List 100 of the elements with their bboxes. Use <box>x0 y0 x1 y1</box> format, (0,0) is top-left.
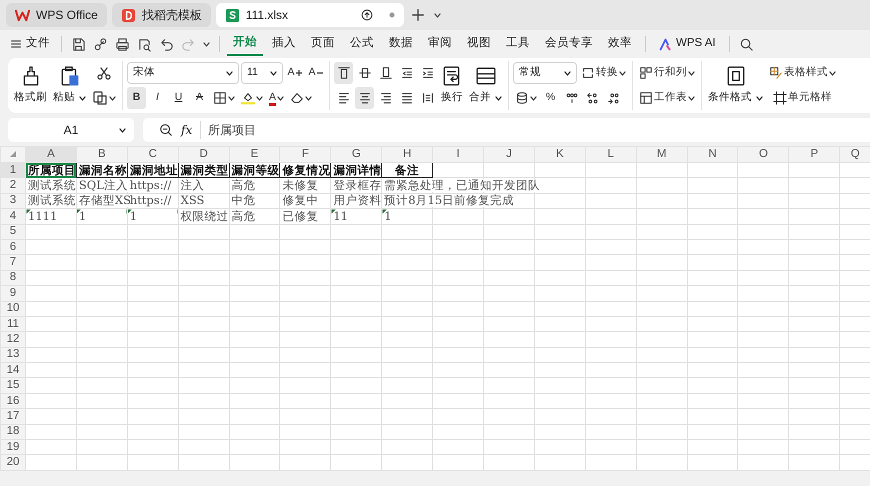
worksheet-button[interactable]: 工作表 <box>637 87 697 109</box>
table-cell[interactable]: 1 <box>384 210 392 223</box>
column-header[interactable]: A <box>26 146 76 162</box>
ribbon-tab[interactable]: 视图 <box>461 33 497 55</box>
table-cell[interactable]: 登录框存 <box>333 179 382 192</box>
font-color-button[interactable]: A <box>267 87 286 109</box>
row-header[interactable]: 17 <box>0 408 26 424</box>
table-cell[interactable]: 权限绕过 <box>180 210 229 223</box>
row-header[interactable]: 4 <box>0 208 26 224</box>
table-cell[interactable]: 存储型XS <box>78 194 131 208</box>
top-align-button[interactable] <box>334 62 353 84</box>
rows-columns-button[interactable]: 行和列 <box>637 62 697 84</box>
table-cell[interactable]: 未修复 <box>282 179 318 192</box>
row-header[interactable]: 20 <box>0 454 26 470</box>
row-header[interactable]: 12 <box>0 332 26 348</box>
document-tab[interactable]: WPS Office <box>6 3 107 27</box>
row-header[interactable]: 19 <box>0 440 26 455</box>
column-header[interactable]: B <box>76 146 128 162</box>
conditional-format-button[interactable]: 条件格式 <box>706 64 765 107</box>
row-header[interactable]: 3 <box>0 193 26 209</box>
ribbon-tab[interactable]: 数据 <box>383 33 419 55</box>
header-cell[interactable]: 所属项目 <box>26 162 76 178</box>
column-header[interactable]: G <box>330 146 382 162</box>
header-cell[interactable]: 修复情况 <box>280 162 331 178</box>
number-format-select[interactable]: 常规 <box>513 62 577 84</box>
ribbon-tab[interactable]: 插入 <box>266 33 302 55</box>
merge-button[interactable]: 合并 <box>467 64 504 107</box>
table-cell[interactable]: 已修复 <box>282 210 318 223</box>
formula-input[interactable]: 所属项目 <box>200 121 256 139</box>
wps-ai-button[interactable]: WPS AI <box>653 33 722 55</box>
name-box[interactable]: A1 <box>8 118 134 142</box>
row-header[interactable]: 10 <box>0 301 26 316</box>
table-cell[interactable]: XSS <box>180 194 204 208</box>
document-tab[interactable]: 找稻壳模板 <box>112 3 211 27</box>
ribbon-tab[interactable]: 开始 <box>227 32 263 56</box>
row-header[interactable]: 1 <box>0 162 26 178</box>
row-header[interactable]: 13 <box>0 347 26 363</box>
document-tab[interactable]: 111.xlsx <box>216 3 404 27</box>
table-cell[interactable]: 修复中 <box>282 194 318 208</box>
ribbon-tab[interactable]: 效率 <box>602 33 638 55</box>
table-cell[interactable]: 用户资料 <box>333 194 382 208</box>
center-align-button[interactable] <box>355 87 374 109</box>
ribbon-tab[interactable]: 公式 <box>344 33 380 55</box>
row-header[interactable]: 7 <box>0 254 26 270</box>
column-header[interactable]: M <box>636 146 688 162</box>
table-cell[interactable]: 1 <box>130 210 138 223</box>
table-cell[interactable]: 高危 <box>232 179 256 192</box>
column-header[interactable]: F <box>280 146 331 162</box>
strike-button[interactable]: A <box>190 87 209 109</box>
table-cell[interactable]: SQL注入 <box>78 179 128 192</box>
table-cell[interactable]: 测试系统 <box>28 194 76 208</box>
header-cell[interactable]: 漏洞详情 <box>330 162 382 178</box>
column-header[interactable]: H <box>382 146 433 162</box>
ribbon-tab[interactable]: 会员专享 <box>539 33 599 55</box>
ribbon-tab[interactable]: 页面 <box>305 33 341 55</box>
grow-font-button[interactable]: A <box>285 62 304 84</box>
header-cell[interactable]: 漏洞等级 <box>229 162 280 178</box>
bold-button[interactable]: B <box>127 87 146 109</box>
row-header[interactable]: 8 <box>0 270 26 286</box>
row-header[interactable]: 11 <box>0 316 26 332</box>
header-cell[interactable]: 漏洞类型 <box>178 162 230 178</box>
table-cell[interactable]: 需紧急处理，已通知开发团队 <box>384 179 540 192</box>
cell-style-button[interactable]: 单元格样 <box>767 87 838 109</box>
font-size-select[interactable]: 11 <box>241 62 283 84</box>
font-select[interactable]: 宋体 <box>127 62 239 84</box>
convert-button[interactable]: 转换 <box>579 62 628 84</box>
italic-button[interactable]: I <box>148 87 167 109</box>
paste-button[interactable]: 粘贴 <box>51 64 88 107</box>
percent-button[interactable]: % <box>541 87 560 109</box>
row-header[interactable]: 5 <box>0 224 26 240</box>
column-header[interactable]: P <box>788 146 840 162</box>
row-header[interactable]: 14 <box>0 362 26 378</box>
column-header[interactable]: Q <box>840 146 870 162</box>
column-header[interactable]: C <box>127 146 178 162</box>
row-header[interactable]: 6 <box>0 239 26 255</box>
column-header[interactable]: J <box>484 146 534 162</box>
row-header[interactable]: 2 <box>0 178 26 194</box>
format-painter-button[interactable]: 格式刷 <box>12 64 49 107</box>
column-header[interactable]: L <box>585 146 636 162</box>
ribbon-tab[interactable]: 审阅 <box>422 33 458 55</box>
table-cell[interactable]: 注入 <box>180 179 205 192</box>
file-menu[interactable]: 文件 <box>6 33 54 55</box>
column-header[interactable]: D <box>178 146 230 162</box>
header-cell[interactable]: 漏洞名称 <box>76 162 128 178</box>
column-header[interactable]: I <box>432 146 484 162</box>
row-header[interactable]: 18 <box>0 424 26 440</box>
table-cell[interactable]: https:// <box>130 194 172 208</box>
column-header[interactable]: K <box>534 146 586 162</box>
header-cell[interactable]: 备注 <box>382 162 433 178</box>
row-header[interactable]: 16 <box>0 393 26 409</box>
table-style-button[interactable]: 表格样式 <box>767 62 838 84</box>
header-cell[interactable]: 漏洞地址 <box>127 162 178 178</box>
column-header[interactable]: N <box>687 146 738 162</box>
row-header[interactable]: 9 <box>0 286 26 302</box>
table-cell[interactable]: 预计8月15日前修复完成 <box>384 194 514 208</box>
table-cell[interactable]: 1 <box>78 210 86 223</box>
table-cell[interactable]: https:// <box>130 179 172 192</box>
column-header[interactable]: O <box>738 146 789 162</box>
ribbon-tab[interactable]: 工具 <box>500 33 536 55</box>
column-header[interactable]: E <box>229 146 280 162</box>
